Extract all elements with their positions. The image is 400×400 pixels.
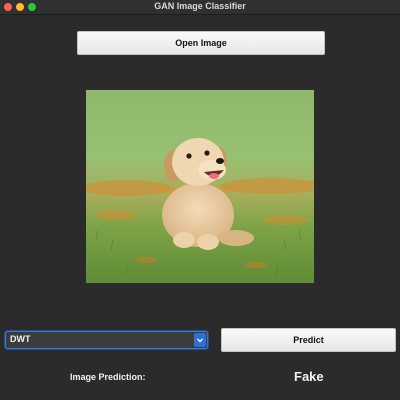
open-image-button[interactable]: Open Image (77, 31, 325, 55)
puppy-photo (86, 90, 314, 283)
prediction-label: Image Prediction: (70, 372, 146, 382)
chevron-down-icon[interactable] (194, 333, 206, 347)
prediction-value: Fake (294, 369, 324, 384)
image-preview (86, 90, 314, 283)
model-select[interactable]: DWT (5, 331, 208, 349)
title-bar: GAN Image Classifier (0, 0, 400, 15)
window-title: GAN Image Classifier (154, 1, 246, 11)
predict-button[interactable]: Predict (221, 328, 396, 352)
model-select-value: DWT (10, 334, 31, 344)
